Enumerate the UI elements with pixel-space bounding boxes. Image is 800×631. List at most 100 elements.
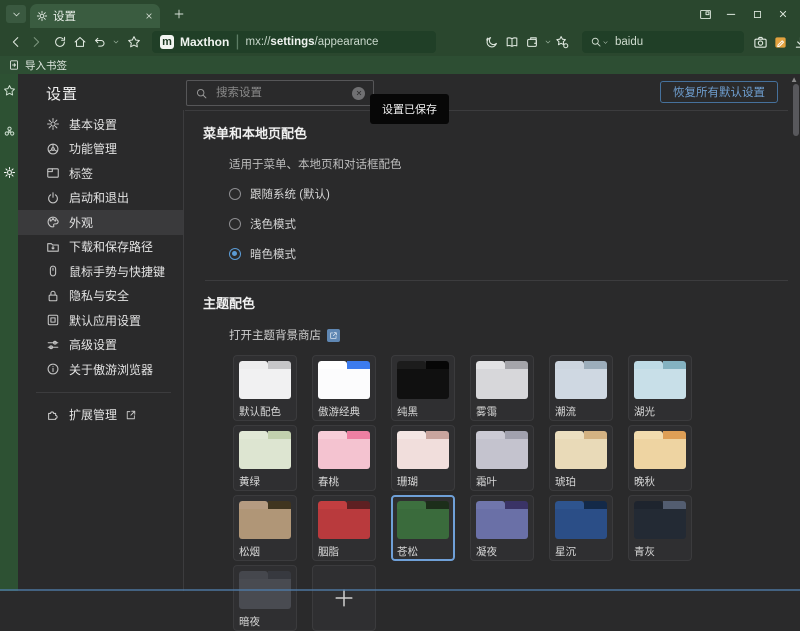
favorite-page-button[interactable] xyxy=(124,32,144,52)
downloads-button[interactable] xyxy=(790,32,800,52)
active-tab-settings[interactable]: 设置 xyxy=(30,4,160,28)
tab-close-icon[interactable] xyxy=(144,11,154,21)
nav-item-label: 外观 xyxy=(69,214,93,231)
nav-item-lock[interactable]: 隐私与安全 xyxy=(18,284,183,309)
caret-down-icon[interactable] xyxy=(602,39,609,46)
color-mode-radio-group: 跟随系统 (默认) 浅色模式暗色模式 xyxy=(229,186,788,262)
forward-button[interactable] xyxy=(26,32,46,52)
bookmarks-bar: 导入书签 xyxy=(0,56,800,74)
theme-name: 晚秋 xyxy=(634,474,686,489)
clear-search-button[interactable] xyxy=(352,87,365,100)
share-button[interactable] xyxy=(522,32,542,52)
theme-tile[interactable]: 潮流 xyxy=(549,355,613,421)
screenshot-button[interactable] xyxy=(750,32,770,52)
bookmark-settings-button[interactable] xyxy=(552,32,572,52)
theme-tile[interactable]: 凝夜 xyxy=(470,495,534,561)
read-mode-button[interactable] xyxy=(502,32,522,52)
home-button[interactable] xyxy=(70,32,90,52)
new-tab-button[interactable] xyxy=(170,5,188,23)
rail-maxnote-button[interactable] xyxy=(3,125,16,138)
home-icon xyxy=(73,35,87,49)
nav-item-sliders[interactable]: 高级设置 xyxy=(18,333,183,358)
theme-tile[interactable]: 星沉 xyxy=(549,495,613,561)
theme-tile[interactable]: 暗夜 xyxy=(233,565,297,631)
nav-item-folder[interactable]: 下载和保存路径 xyxy=(18,235,183,260)
theme-swatch xyxy=(397,361,449,399)
forward-icon xyxy=(29,35,43,49)
palette-icon xyxy=(46,215,60,229)
scrollbar-up-arrow[interactable]: ▲ xyxy=(790,75,798,84)
theme-tile[interactable]: 雾霭 xyxy=(470,355,534,421)
theme-name: 傲游经典 xyxy=(318,404,370,419)
nav-item-extensions[interactable]: 扩展管理 xyxy=(18,403,183,428)
settings-search-input[interactable] xyxy=(214,86,352,100)
nav-divider xyxy=(36,392,171,393)
open-theme-store-link[interactable]: 打开主题背景商店 xyxy=(229,327,788,343)
share-dropdown[interactable] xyxy=(544,33,552,51)
radio-label: 暗色模式 xyxy=(250,246,296,262)
nav-item-wheel[interactable]: 功能管理 xyxy=(18,137,183,162)
undo-closed-tab-button[interactable] xyxy=(90,32,110,52)
theme-tile[interactable]: 珊瑚 xyxy=(391,425,455,491)
theme-tile[interactable]: 湖光 xyxy=(628,355,692,421)
rail-settings-button[interactable] xyxy=(3,166,16,179)
star-gear-icon xyxy=(555,35,569,49)
caret-down-icon xyxy=(112,38,120,46)
nav-item-info[interactable]: 关于傲游浏览器 xyxy=(18,357,183,382)
theme-swatch xyxy=(318,431,370,469)
theme-name: 雾霭 xyxy=(476,404,528,419)
theme-tile[interactable]: 胭脂 xyxy=(312,495,376,561)
theme-swatch xyxy=(634,431,686,469)
theme-tile[interactable]: 春桃 xyxy=(312,425,376,491)
theme-name: 星沉 xyxy=(555,544,607,559)
rail-favorites-button[interactable] xyxy=(3,84,16,97)
theme-swatch xyxy=(318,501,370,539)
close-window-button[interactable] xyxy=(774,5,792,23)
nav-item-app[interactable]: 默认应用设置 xyxy=(18,308,183,333)
theme-name: 霜叶 xyxy=(476,474,528,489)
undo-dropdown[interactable] xyxy=(112,33,120,51)
maxnote-button[interactable] xyxy=(770,32,790,52)
back-button[interactable] xyxy=(6,32,26,52)
maximize-button[interactable] xyxy=(748,5,766,23)
refresh-button[interactable] xyxy=(50,32,70,52)
tab-list-button[interactable] xyxy=(6,5,26,23)
color-mode-radio[interactable]: 暗色模式 xyxy=(229,246,788,262)
nav-item-power[interactable]: 启动和退出 xyxy=(18,186,183,211)
minimize-button[interactable] xyxy=(722,5,740,23)
undo-icon xyxy=(93,35,107,49)
camera-icon xyxy=(753,35,768,50)
color-mode-radio[interactable]: 跟随系统 (默认) xyxy=(229,186,788,202)
nav-content-divider xyxy=(183,110,184,591)
import-bookmarks-button[interactable]: 导入书签 xyxy=(25,58,67,73)
night-mode-button[interactable] xyxy=(482,32,502,52)
theme-swatch xyxy=(555,501,607,539)
theme-tile[interactable]: 黄绿 xyxy=(233,425,297,491)
theme-tile[interactable]: 苍松 xyxy=(391,495,455,561)
nav-item-palette[interactable]: 外观 xyxy=(18,210,183,235)
nav-item-tab[interactable]: 标签 xyxy=(18,161,183,186)
theme-tile[interactable]: 傲游经典 xyxy=(312,355,376,421)
refresh-icon xyxy=(53,35,67,49)
theme-tile[interactable]: 默认配色 xyxy=(233,355,297,421)
nav-item-gear[interactable]: 基本设置 xyxy=(18,112,183,137)
mouse-icon xyxy=(46,264,60,278)
theme-tile[interactable]: 晚秋 xyxy=(628,425,692,491)
radio-label: 跟随系统 (默认) xyxy=(250,186,330,202)
scrollbar-thumb[interactable] xyxy=(793,84,799,136)
quick-search-input[interactable] xyxy=(613,35,707,49)
theme-tile[interactable]: 纯黑 xyxy=(391,355,455,421)
theme-tile[interactable]: 琥珀 xyxy=(549,425,613,491)
address-bar[interactable]: m Maxthon | mx://settings/appearance xyxy=(152,31,436,53)
nav-item-mouse[interactable]: 鼠标手势与快捷键 xyxy=(18,259,183,284)
brand-label: Maxthon xyxy=(180,35,229,49)
restore-defaults-button[interactable]: 恢复所有默认设置 xyxy=(660,81,778,103)
add-theme-button[interactable] xyxy=(312,565,376,631)
quick-search-bar[interactable] xyxy=(582,31,744,53)
window-panel-button[interactable] xyxy=(696,5,714,23)
theme-tile[interactable]: 青灰 xyxy=(628,495,692,561)
theme-tile[interactable]: 霜叶 xyxy=(470,425,534,491)
theme-tile[interactable]: 松烟 xyxy=(233,495,297,561)
settings-search-box[interactable] xyxy=(186,80,374,106)
color-mode-radio[interactable]: 浅色模式 xyxy=(229,216,788,232)
